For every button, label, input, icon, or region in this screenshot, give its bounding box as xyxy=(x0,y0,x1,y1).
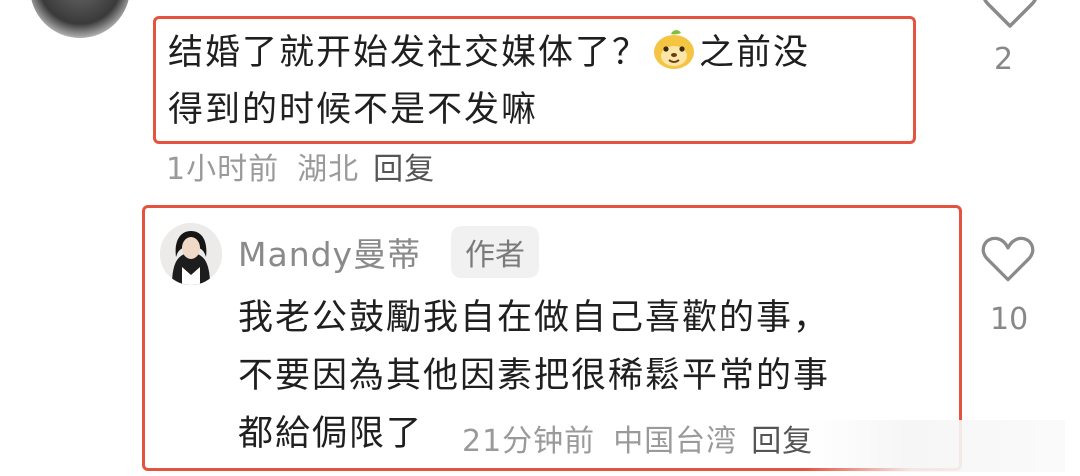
heart-icon xyxy=(981,236,1035,282)
location: 湖北 xyxy=(297,152,360,187)
author-avatar[interactable] xyxy=(160,223,222,285)
like-count: 2 xyxy=(994,42,1014,77)
reply-text-line: 我老公鼓勵我自在做自己喜歡的事， xyxy=(238,298,831,338)
like-button[interactable] xyxy=(976,236,1040,284)
reply-text-line: 都給侷限了 xyxy=(238,414,424,454)
timestamp: 1小时前 xyxy=(166,152,280,187)
watermark-overlay xyxy=(805,420,1065,472)
reply-text-line: 不要因為其他因素把很稀鬆平常的事 xyxy=(238,356,831,396)
heart-icon xyxy=(983,0,1037,28)
comment-meta: 1小时前 湖北 回复 xyxy=(166,144,435,188)
comment-text-part: 之前没 xyxy=(699,33,811,73)
reply-meta: 21分钟前 中国台湾 回复 xyxy=(462,416,813,460)
reply-button[interactable]: 回复 xyxy=(373,152,435,187)
avatar-portrait-icon xyxy=(160,223,222,285)
timestamp: 21分钟前 xyxy=(462,424,596,459)
commenter-avatar[interactable] xyxy=(30,0,130,38)
author-badge: 作者 xyxy=(451,226,539,278)
comment-text-part: 结婚了就开始发社交媒体了？ xyxy=(168,33,650,73)
like-button[interactable] xyxy=(980,0,1040,30)
author-username[interactable]: Mandy曼蒂 xyxy=(238,228,421,276)
like-count: 10 xyxy=(990,302,1029,337)
meme-face-emoji-icon xyxy=(654,30,695,69)
reply-button[interactable]: 回复 xyxy=(751,424,813,459)
comment-text-line: 得到的时候不是不发嘛 xyxy=(168,90,539,130)
location: 中国台湾 xyxy=(613,424,738,459)
comment-text-line: 结婚了就开始发社交媒体了？ 之前没 xyxy=(168,27,810,79)
